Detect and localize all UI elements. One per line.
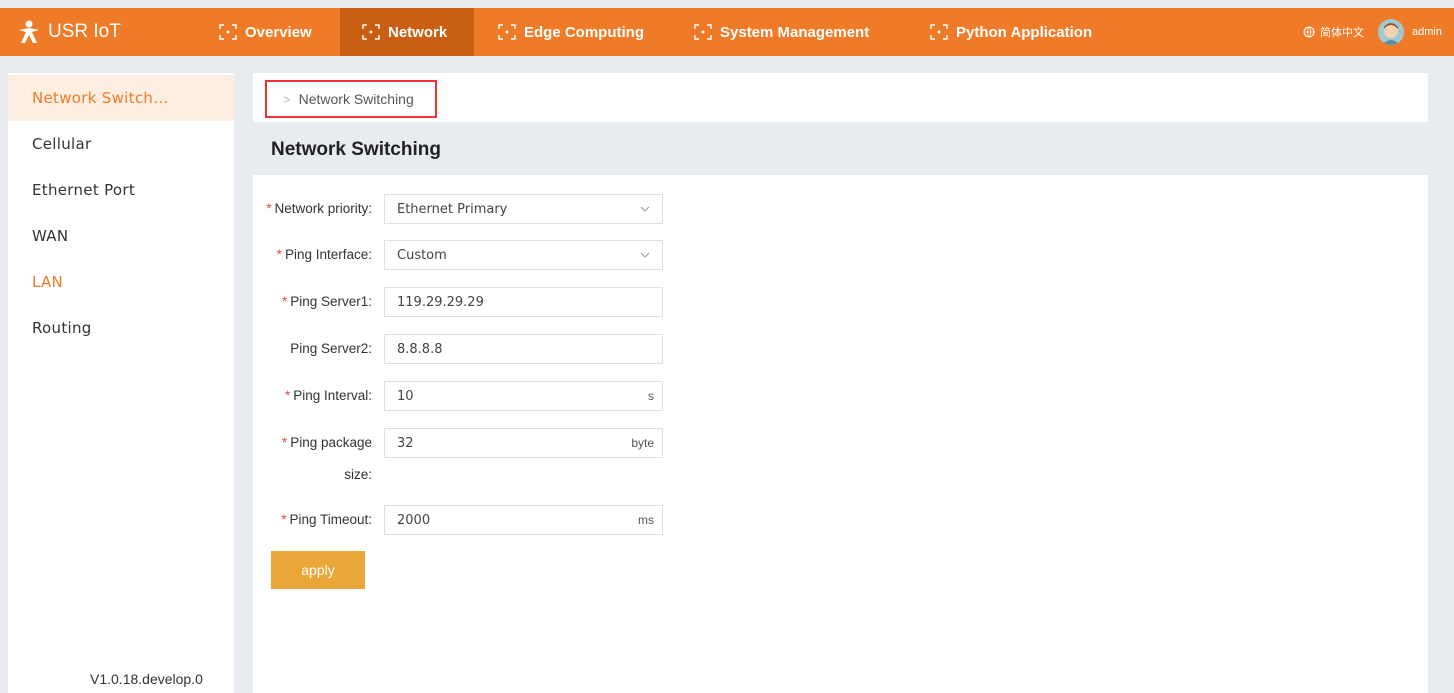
unit-suffix: ms <box>638 513 654 527</box>
language-switch[interactable]: 简体中文 <box>1303 24 1364 40</box>
form-row-ping-server2: Ping Server2: 8.8.8.8 <box>253 334 663 364</box>
form-row-ping-server1: * Ping Server1: 119.29.29.29 <box>253 287 663 317</box>
scan-icon <box>219 24 237 40</box>
unit-suffix: byte <box>631 436 654 450</box>
input-value: 32 <box>397 435 414 451</box>
form-panel: * Network priority: Ethernet Primary * Pin… <box>253 175 1428 693</box>
ping-server1-input[interactable]: 119.29.29.29 <box>384 287 663 317</box>
ping-server1-label: * Ping Server1: <box>253 287 384 317</box>
chevron-right-icon: > <box>283 91 291 107</box>
required-mark: * <box>281 512 287 527</box>
label-text-line2: size: <box>344 467 372 482</box>
label-text: Ping Timeout: <box>289 512 372 527</box>
label-text: Network priority: <box>274 201 372 216</box>
nav-label: Overview <box>245 23 312 41</box>
ping-interval-label: * Ping Interval: <box>253 381 384 411</box>
select-value: Ethernet Primary <box>397 201 508 217</box>
nav-label: Edge Computing <box>524 23 644 41</box>
nav-overview[interactable]: Overview <box>209 8 322 56</box>
breadcrumb-item[interactable]: Network Switching <box>299 91 414 107</box>
version-label: V1.0.18.develop.0 <box>90 671 203 687</box>
label-text: Ping Server1: <box>290 294 372 309</box>
ping-timeout-input[interactable]: 2000 ms <box>384 505 663 535</box>
ping-server2-input[interactable]: 8.8.8.8 <box>384 334 663 364</box>
language-label: 简体中文 <box>1320 27 1365 39</box>
form-row-ping-interface: * Ping Interface: Custom <box>253 240 663 270</box>
ping-timeout-label: * Ping Timeout: <box>253 505 384 535</box>
sidebar-item-routing[interactable]: Routing <box>8 305 234 351</box>
user-avatar-icon <box>1382 23 1401 45</box>
nav-network[interactable]: Network <box>340 8 474 56</box>
ping-interval-input[interactable]: 10 s <box>384 381 663 411</box>
scan-icon <box>498 24 516 40</box>
required-mark: * <box>281 435 288 450</box>
breadcrumb-bar: > Network Switching <box>253 73 1428 122</box>
scan-icon <box>930 24 948 40</box>
label-text: Ping Interface: <box>284 247 372 262</box>
scan-icon <box>694 24 712 40</box>
sidebar: Network Switch... Cellular Ethernet Port… <box>8 73 234 693</box>
nav-label: System Management <box>720 23 870 41</box>
top-nav-bar: USR IoT Overview Network Edge Computing … <box>0 8 1454 56</box>
nav-label: Python Application <box>956 23 1093 41</box>
scan-icon <box>362 24 380 40</box>
required-mark: * <box>266 201 272 216</box>
form-row-ping-timeout: * Ping Timeout: 2000 ms <box>253 505 663 535</box>
logo-icon <box>19 20 39 43</box>
required-mark: * <box>281 294 288 309</box>
nav-python-application[interactable]: Python Application <box>930 8 1092 56</box>
avatar[interactable] <box>1378 19 1405 45</box>
chevron-down-icon <box>640 252 650 258</box>
label-text: Ping package <box>290 435 372 450</box>
ping-interface-select[interactable]: Custom <box>384 240 663 270</box>
select-value: Custom <box>397 247 447 263</box>
form-row-ping-interval: * Ping Interval: 10 s <box>253 381 663 411</box>
sidebar-item-cellular[interactable]: Cellular <box>8 121 234 167</box>
network-priority-select[interactable]: Ethernet Primary <box>384 194 663 224</box>
unit-suffix: s <box>648 389 654 403</box>
input-value: 10 <box>397 388 414 404</box>
globe-icon <box>1303 26 1315 38</box>
sidebar-item-network-switching[interactable]: Network Switch... <box>8 75 234 121</box>
label-text: Ping Interval: <box>293 388 372 403</box>
apply-button[interactable]: apply <box>271 551 365 589</box>
ping-package-size-label: * Ping package size: <box>253 428 384 490</box>
username[interactable]: admin <box>1412 26 1442 38</box>
breadcrumb: > Network Switching <box>265 80 437 118</box>
page-title: Network Switching <box>271 139 441 160</box>
required-mark: * <box>284 388 291 403</box>
header-tools: 简体中文 admin <box>1303 8 1454 56</box>
label-text: Ping Server2: <box>290 341 372 356</box>
nav-label: Network <box>388 23 448 41</box>
input-value: 8.8.8.8 <box>397 341 443 357</box>
chevron-down-icon <box>640 206 650 212</box>
nav-edge-computing[interactable]: Edge Computing <box>498 8 644 56</box>
ping-interface-label: * Ping Interface: <box>253 240 384 270</box>
network-priority-label: * Network priority: <box>253 194 384 224</box>
ping-package-size-input[interactable]: 32 byte <box>384 428 663 458</box>
input-value: 2000 <box>397 512 431 528</box>
required-mark: * <box>276 247 282 262</box>
input-value: 119.29.29.29 <box>397 294 484 310</box>
logo-text: USR IoT <box>48 21 121 42</box>
form-row-ping-package-size: * Ping package size: 32 byte <box>253 428 663 490</box>
form-row-network-priority: * Network priority: Ethernet Primary <box>253 194 663 224</box>
nav-system-management[interactable]: System Management <box>694 8 869 56</box>
sidebar-item-lan[interactable]: LAN <box>8 259 234 305</box>
sidebar-item-ethernet-port[interactable]: Ethernet Port <box>8 167 234 213</box>
logo[interactable]: USR IoT <box>16 8 121 56</box>
sidebar-item-wan[interactable]: WAN <box>8 213 234 259</box>
ping-server2-label: Ping Server2: <box>253 334 384 364</box>
